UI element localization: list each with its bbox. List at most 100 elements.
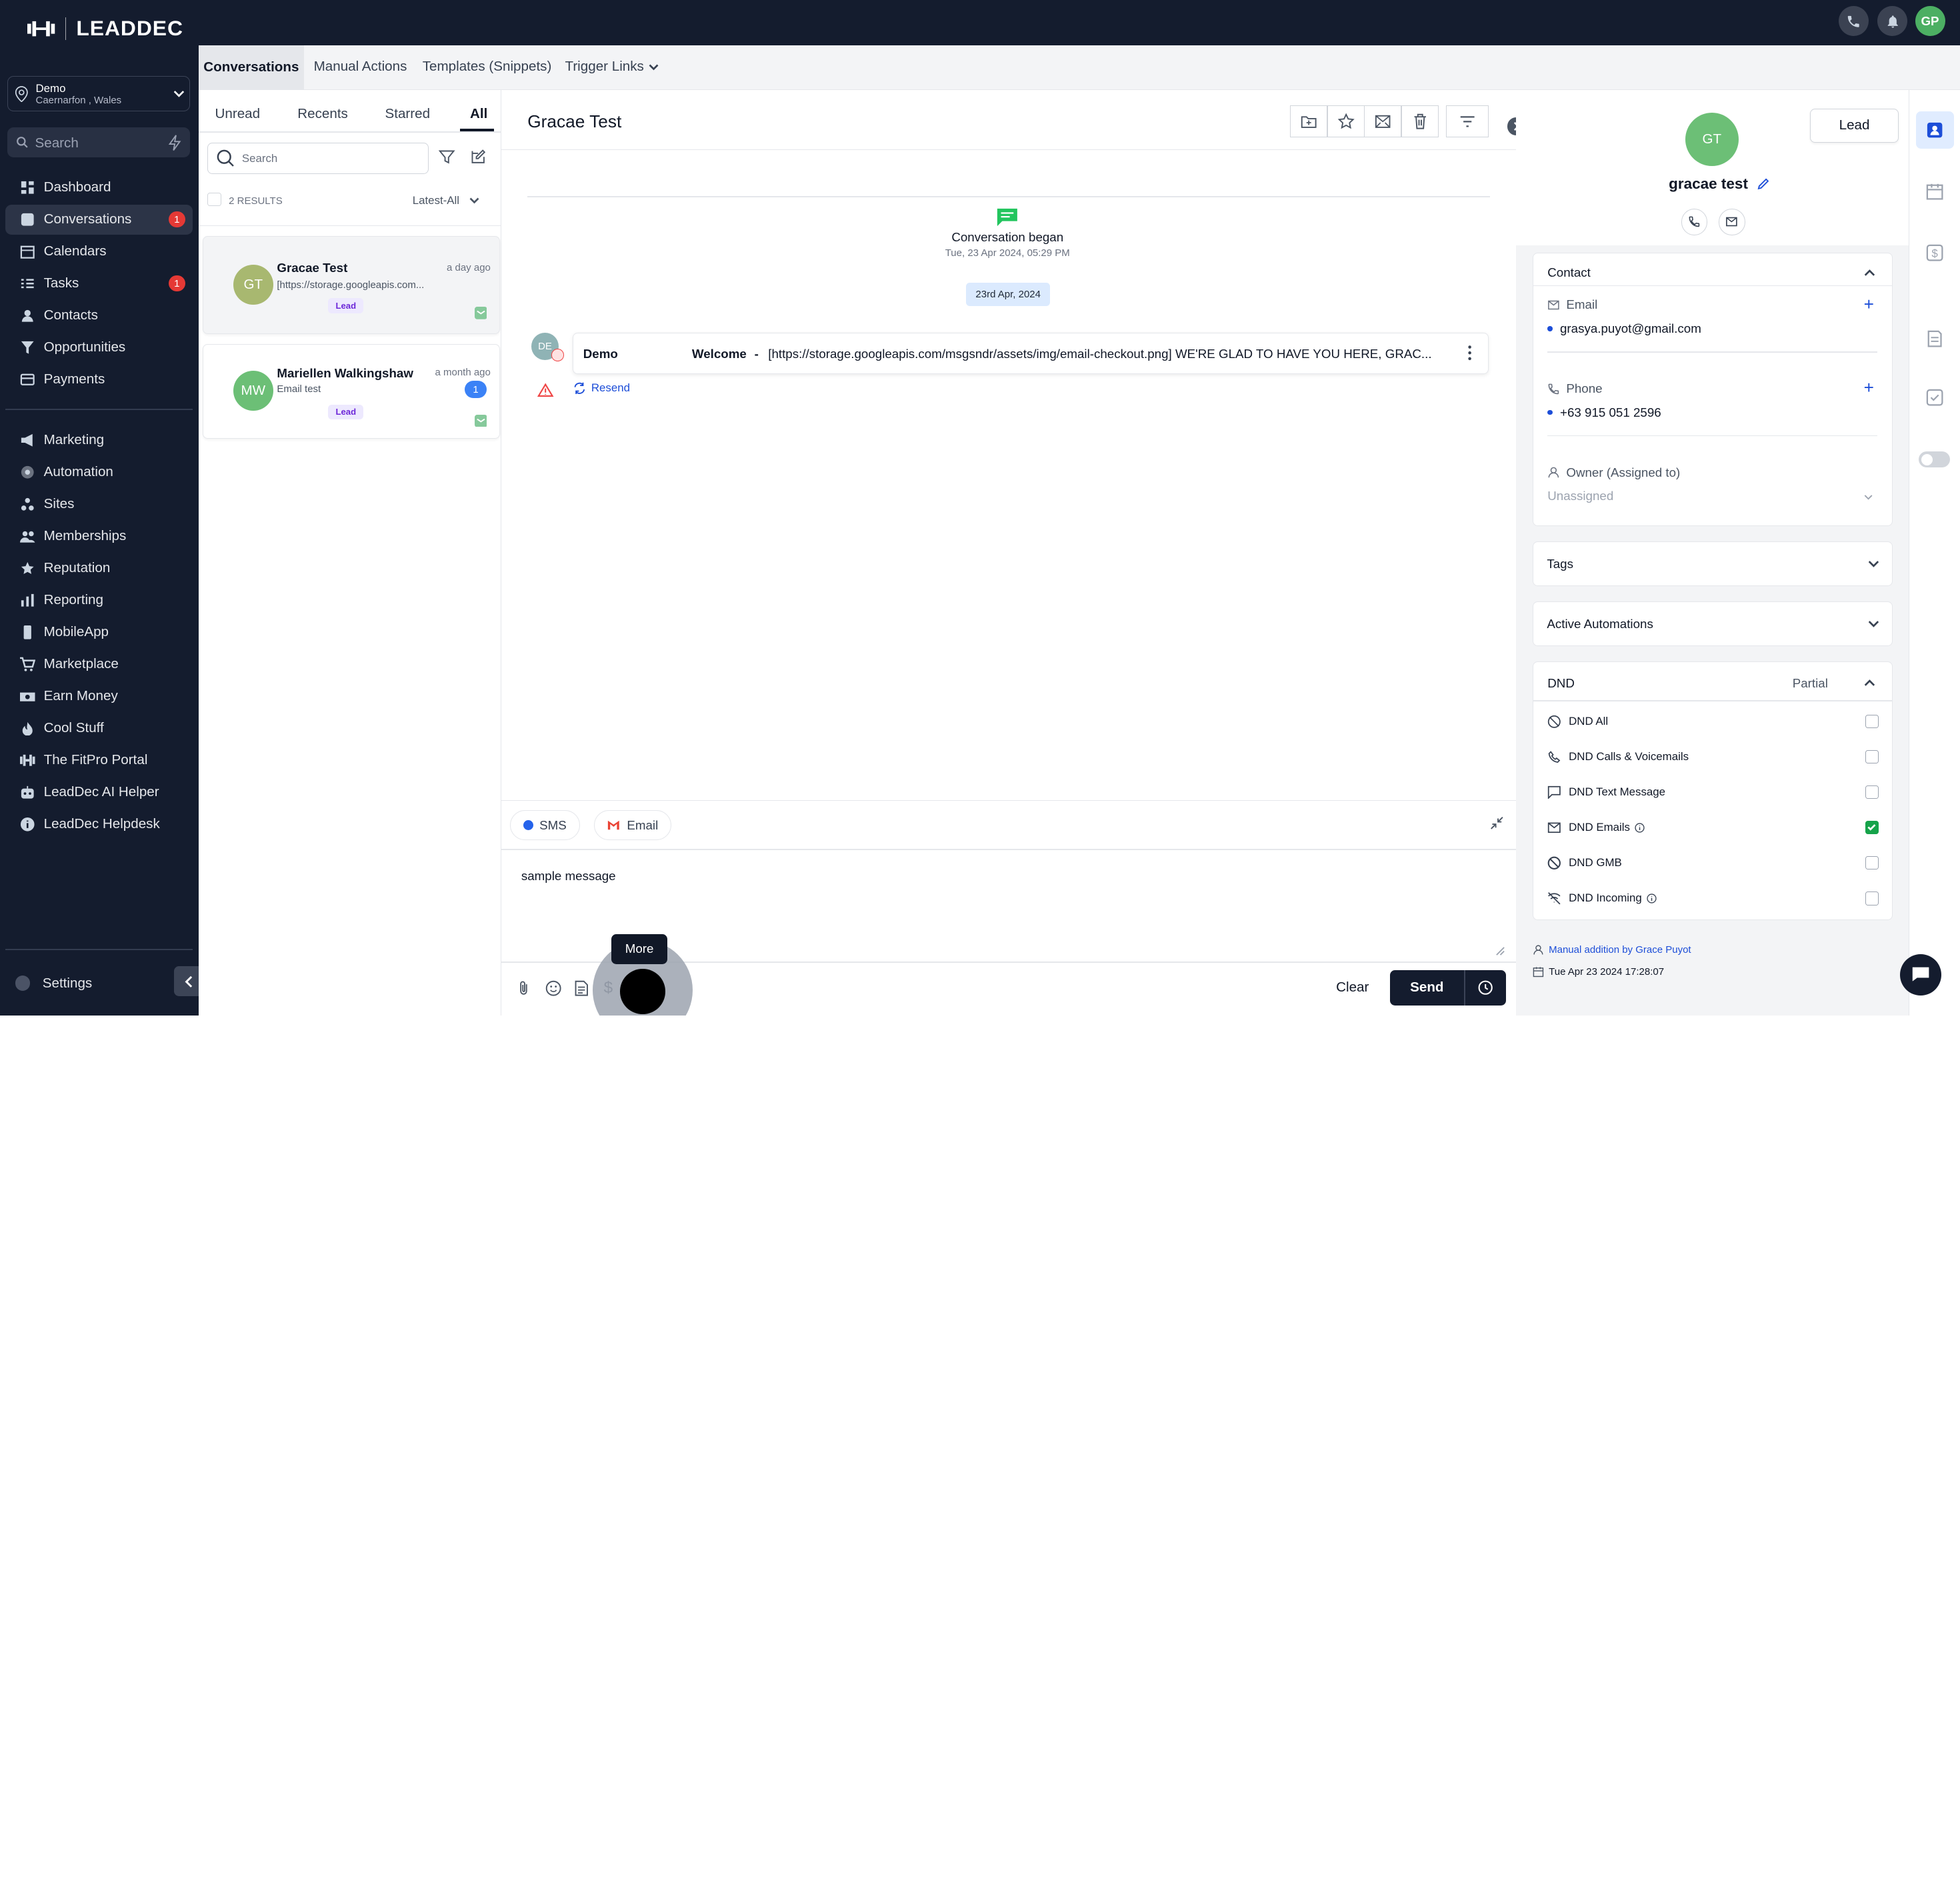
sidebar-item-marketplace[interactable]: Marketplace: [5, 649, 193, 679]
filter-recents[interactable]: Recents: [297, 106, 348, 122]
phone-value-row[interactable]: +63 915 051 2596: [1547, 405, 1661, 420]
dnd-emails-icon: [1547, 821, 1563, 835]
sidebar-item-label: Earn Money: [43, 688, 118, 703]
chevron-up-icon[interactable]: [1864, 677, 1875, 689]
dnd-calls-checkbox[interactable]: [1865, 749, 1879, 764]
tab-trigger-links[interactable]: Trigger Links: [565, 59, 659, 75]
more-button[interactable]: [620, 969, 665, 1014]
attachment-icon[interactable]: [517, 980, 531, 996]
conversation-item[interactable]: GT Gracae Test a day ago [https://storag…: [202, 236, 500, 334]
sidebar-item-reputation[interactable]: Reputation: [5, 553, 193, 583]
contact-type-button[interactable]: Lead: [1810, 109, 1899, 143]
conversation-search-input[interactable]: Search: [207, 142, 429, 174]
sidebar-item-payments[interactable]: Payments: [5, 365, 193, 395]
sidebar-item-leaddec-ai-helper[interactable]: LeadDec AI Helper: [5, 777, 193, 807]
select-all-checkbox[interactable]: [207, 192, 221, 207]
filter-lines-icon[interactable]: [1446, 105, 1489, 138]
cart-icon: [20, 657, 35, 672]
document-icon[interactable]: [574, 980, 589, 996]
dollar-icon[interactable]: $: [1926, 244, 1943, 261]
minimize-icon[interactable]: [1490, 816, 1504, 830]
sidebar-item-earn-money[interactable]: Earn Money: [5, 681, 193, 711]
dnd-text-checkbox[interactable]: [1865, 785, 1879, 799]
results-count: 2 RESULTS: [229, 195, 283, 207]
compose-icon[interactable]: [470, 149, 486, 165]
sidebar-item-cool-stuff[interactable]: Cool Stuff: [5, 713, 193, 743]
folder-icon[interactable]: [1290, 105, 1328, 138]
email-value-row[interactable]: grasya.puyot@gmail.com: [1547, 321, 1701, 336]
sidebar-item-the-fitpro-portal[interactable]: The FitPro Portal: [5, 745, 193, 775]
sms-channel-tab[interactable]: SMS: [510, 810, 580, 840]
filter-unread[interactable]: Unread: [215, 106, 261, 122]
trash-icon[interactable]: [1401, 105, 1439, 138]
dnd-label: DND All: [1569, 714, 1609, 727]
sidebar-search[interactable]: Search: [7, 127, 190, 158]
email-contact-icon[interactable]: [1719, 209, 1745, 235]
notes-icon[interactable]: [1926, 330, 1943, 347]
call-contact-icon[interactable]: [1681, 209, 1708, 235]
sidebar-item-label: LeadDec Helpdesk: [43, 816, 160, 831]
dnd-label: DND Emails: [1569, 821, 1630, 834]
mail-icon[interactable]: [1363, 105, 1401, 138]
sidebar-item-automation[interactable]: Automation: [5, 457, 193, 487]
filter-all[interactable]: All: [470, 106, 487, 122]
svg-text:$: $: [1932, 247, 1939, 259]
user-avatar[interactable]: GP: [1915, 6, 1945, 37]
chevron-down-icon: [1864, 495, 1873, 500]
sidebar-item-mobileapp[interactable]: MobileApp: [5, 617, 193, 647]
sidebar-item-marketing[interactable]: Marketing: [5, 425, 193, 455]
add-email-button[interactable]: +: [1864, 294, 1874, 315]
checklist-icon: [20, 276, 35, 291]
clear-button[interactable]: Clear: [1325, 970, 1381, 1006]
sidebar-item-leaddec-helpdesk[interactable]: LeadDec Helpdesk: [5, 809, 193, 839]
tab-conversations[interactable]: Conversations: [199, 45, 304, 90]
sidebar-item-memberships[interactable]: Memberships: [5, 521, 193, 551]
calendar-icon[interactable]: [1926, 183, 1943, 200]
automations-section[interactable]: Active Automations: [1532, 601, 1893, 647]
task-check-icon[interactable]: [1926, 389, 1943, 406]
sms-label: SMS: [539, 817, 567, 832]
owner-select[interactable]: Unassigned: [1547, 487, 1877, 505]
filter-starred[interactable]: Starred: [385, 106, 431, 122]
schedule-clock-icon[interactable]: [1465, 980, 1507, 996]
sidebar-item-calendars[interactable]: Calendars: [5, 237, 193, 267]
send-button[interactable]: Send: [1390, 980, 1464, 996]
sidebar-item-conversations[interactable]: Conversations 1: [5, 204, 193, 235]
tags-section[interactable]: Tags: [1532, 541, 1893, 587]
emoji-icon[interactable]: [545, 980, 561, 996]
conversation-item[interactable]: MW Mariellen Walkingshaw a month ago Ema…: [202, 343, 500, 439]
email-channel-tab[interactable]: Email: [593, 810, 672, 840]
divider: [1547, 351, 1878, 353]
lightning-icon[interactable]: [166, 134, 183, 151]
more-vertical-icon[interactable]: [1466, 345, 1473, 361]
add-phone-button[interactable]: +: [1864, 377, 1874, 398]
toggle-switch[interactable]: [1919, 451, 1950, 468]
conversation-time: a day ago: [446, 261, 491, 273]
dnd-gmb-checkbox[interactable]: [1865, 855, 1879, 870]
divider: [199, 131, 501, 133]
sort-dropdown[interactable]: Latest-All: [413, 194, 479, 207]
dnd-all-checkbox[interactable]: [1865, 714, 1879, 729]
dnd-incoming-checkbox[interactable]: [1865, 891, 1879, 905]
sidebar-item-reporting[interactable]: Reporting: [5, 585, 193, 615]
sidebar-item-dashboard[interactable]: Dashboard: [5, 173, 193, 203]
settings-link[interactable]: Settings: [15, 976, 92, 992]
sidebar-item-opportunities[interactable]: Opportunities: [5, 333, 193, 363]
dnd-emails-checkbox[interactable]: [1865, 820, 1879, 835]
resend-button[interactable]: Resend: [573, 381, 630, 395]
filter-icon[interactable]: [439, 149, 455, 165]
sidebar-item-contacts[interactable]: Contacts: [5, 301, 193, 331]
message-bubble[interactable]: Demo Welcome - [https://storage.googleap…: [572, 332, 1489, 374]
account-switcher[interactable]: Demo Caernarfon , Wales: [7, 76, 190, 111]
star-icon: [20, 561, 35, 576]
edit-pencil-icon[interactable]: [1757, 177, 1770, 190]
sidebar-item-sites[interactable]: Sites: [5, 489, 193, 519]
chat-widget-icon[interactable]: [1900, 954, 1941, 996]
chevron-up-icon[interactable]: [1864, 267, 1875, 279]
sidebar-item-label: LeadDec AI Helper: [43, 784, 159, 799]
sidebar-item-tasks[interactable]: Tasks 1: [5, 269, 193, 299]
tab-templates[interactable]: Templates (Snippets): [423, 59, 552, 75]
tab-manual-actions[interactable]: Manual Actions: [314, 59, 407, 75]
star-icon[interactable]: [1327, 105, 1365, 138]
contact-card-icon[interactable]: [1916, 111, 1954, 149]
